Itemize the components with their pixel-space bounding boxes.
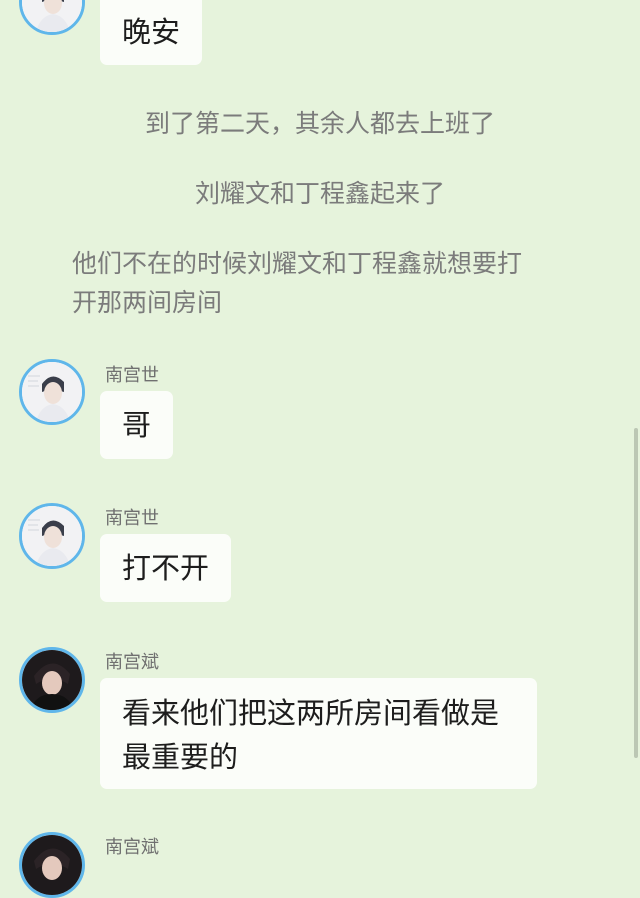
avatar-nangongbin[interactable]: [19, 647, 85, 713]
avatar-light-portrait-icon: [22, 0, 82, 32]
message-bubble[interactable]: 哥: [100, 391, 174, 459]
message-text: 哥: [122, 408, 152, 442]
message-text: 打不开: [122, 551, 210, 585]
message-bubble[interactable]: 晚安: [100, 0, 203, 65]
message-text-line: 看来他们把这两所房间看做是: [122, 696, 500, 730]
avatar-nangongbin[interactable]: [19, 832, 85, 898]
sender-name: 南宫世: [105, 508, 159, 529]
narration-line: 他们不在的时候刘耀文和丁程鑫就想要打: [72, 249, 523, 278]
avatar-nangongshi[interactable]: [19, 503, 85, 569]
scrollbar[interactable]: [634, 428, 638, 758]
avatar-dark-portrait-icon: [22, 650, 82, 710]
sender-name: 南宫世: [105, 365, 159, 386]
avatar-light-portrait-icon: [22, 506, 82, 566]
avatar-nangongshi[interactable]: [19, 0, 85, 35]
message-text-line: 最重要的: [122, 740, 239, 774]
sender-name: 南宫斌: [105, 652, 159, 673]
narration-line: 开那两间房间: [72, 288, 223, 317]
avatar-nangongshi[interactable]: [19, 359, 85, 425]
avatar-light-portrait-icon: [22, 362, 82, 422]
message-text: 晚安: [122, 15, 181, 49]
sender-name: 南宫斌: [105, 837, 159, 858]
message-bubble[interactable]: 打不开: [100, 534, 232, 602]
chat-view[interactable]: 晚安 到了第二天，其余人都去上班了 刘耀文和丁程鑫起来了 他们不在的时候刘耀文和…: [0, 0, 640, 898]
narration-line: 刘耀文和丁程鑫起来了: [194, 179, 445, 208]
message-bubble[interactable]: 看来他们把这两所房间看做是 最重要的: [100, 678, 537, 789]
narration-line: 到了第二天，其余人都去上班了: [144, 109, 495, 138]
avatar-dark-portrait-icon: [22, 835, 82, 895]
